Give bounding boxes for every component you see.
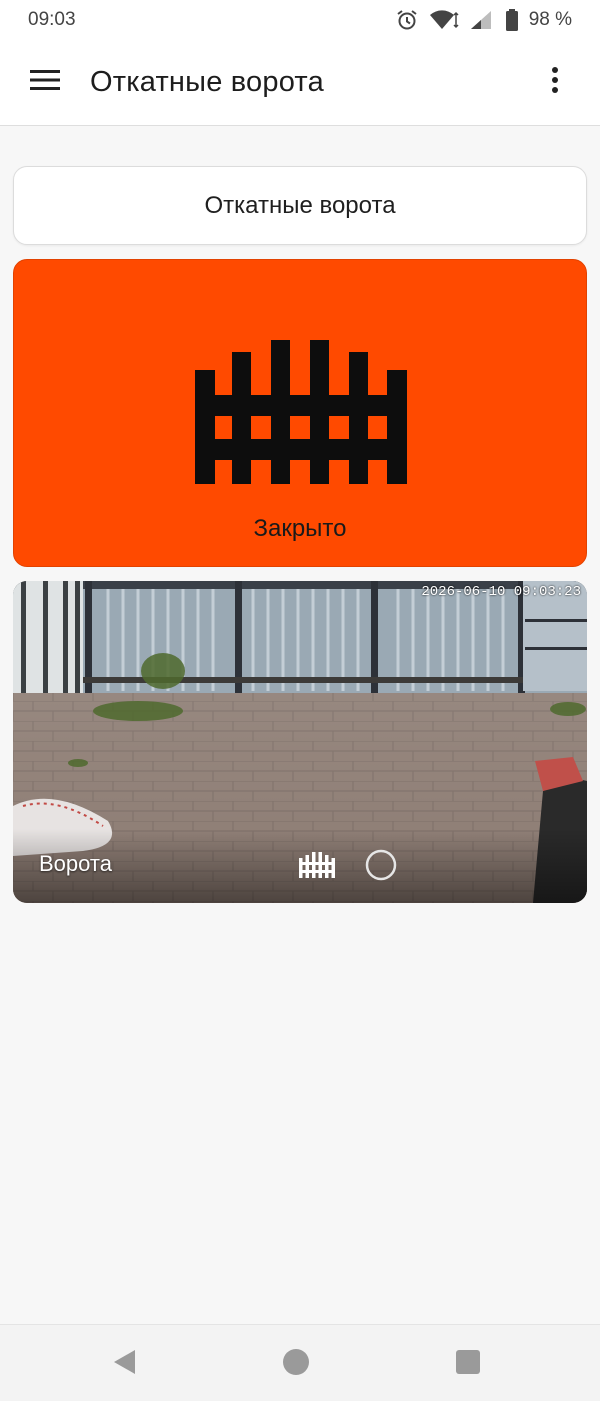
status-bar: 09:03 98 % bbox=[0, 0, 600, 40]
gate-title-card[interactable]: Откатные ворота bbox=[13, 166, 587, 245]
wifi-icon bbox=[429, 9, 459, 31]
status-time: 09:03 bbox=[28, 9, 76, 30]
signal-icon bbox=[469, 9, 495, 31]
home-icon bbox=[282, 1348, 310, 1381]
fence-gate-icon[interactable] bbox=[299, 852, 335, 883]
menu-button[interactable] bbox=[0, 40, 90, 126]
page-title: Откатные ворота bbox=[90, 66, 324, 98]
gate-title-label: Откатные ворота bbox=[204, 191, 396, 219]
fence-gate-icon bbox=[195, 340, 407, 491]
camera-label: Ворота bbox=[39, 851, 112, 876]
battery-icon bbox=[505, 9, 519, 31]
recents-button[interactable] bbox=[443, 1339, 493, 1389]
alarm-icon bbox=[395, 8, 419, 32]
gate-status-text: Закрыто bbox=[253, 515, 347, 542]
camera-timestamp: 2026-06-10 09:03:23 bbox=[421, 584, 581, 600]
menu-icon bbox=[29, 68, 61, 97]
back-button[interactable] bbox=[99, 1339, 149, 1389]
app-bar: Откатные ворота bbox=[0, 40, 600, 126]
home-button[interactable] bbox=[271, 1339, 321, 1389]
system-nav-bar bbox=[0, 1324, 600, 1401]
more-options-button[interactable] bbox=[510, 40, 600, 126]
back-icon bbox=[111, 1348, 137, 1381]
status-icons: 98 % bbox=[395, 8, 572, 32]
battery-percent: 98 % bbox=[528, 9, 572, 30]
more-vert-icon bbox=[551, 66, 559, 99]
camera-view[interactable]: 2026-06-10 09:03:23 Ворота bbox=[13, 581, 587, 903]
recents-icon bbox=[455, 1349, 481, 1380]
circle-icon[interactable] bbox=[364, 848, 398, 887]
gate-toggle-card[interactable]: Закрыто bbox=[13, 259, 587, 567]
